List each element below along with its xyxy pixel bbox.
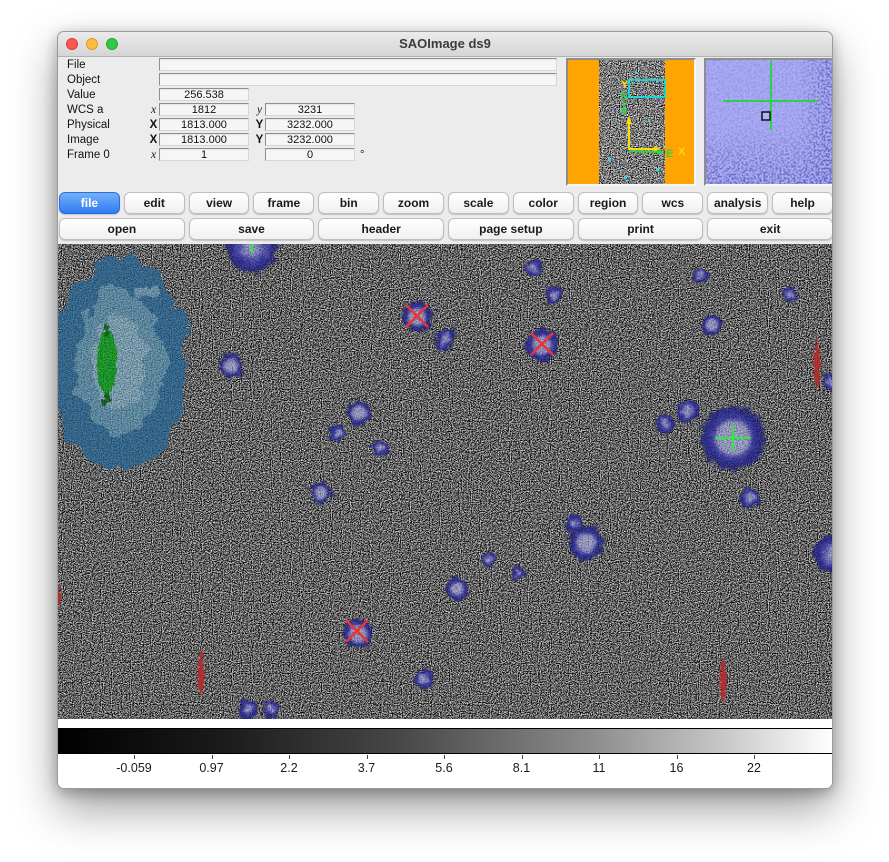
physical-x-field[interactable] xyxy=(159,118,249,131)
object-field[interactable] xyxy=(159,73,557,86)
frame-rotate-field[interactable] xyxy=(265,148,355,161)
menu-row-1: fileeditviewframebinzoomscalecolorregion… xyxy=(59,192,833,214)
object-label: Object xyxy=(67,74,148,86)
menu-page-setup[interactable]: page setup xyxy=(448,218,574,240)
wcs-y-field[interactable] xyxy=(265,103,355,116)
colorbar-tick xyxy=(289,755,290,759)
colorbar-tick-label: 11 xyxy=(593,761,606,775)
value-label: Value xyxy=(67,89,148,101)
wcs-label: WCS a xyxy=(67,104,148,116)
magnifier-noise-right xyxy=(706,60,832,184)
colorbar-tick-label: 3.7 xyxy=(358,761,375,775)
wcs-x-axis-label: x xyxy=(148,104,159,116)
file-label: File xyxy=(67,59,148,71)
panner-east-label: E xyxy=(666,148,673,160)
info-row-object: Object xyxy=(67,72,557,87)
panner-x-axis-label: X xyxy=(678,146,686,158)
info-row-physical: Physical X Y xyxy=(67,117,355,132)
colorbar-tick-label: 2.2 xyxy=(280,761,297,775)
info-row-file: File xyxy=(67,57,557,72)
info-row-value: Value xyxy=(67,87,249,102)
menu-region[interactable]: region xyxy=(578,192,639,214)
physical-x-axis-label: X xyxy=(148,119,159,131)
frame-label: Frame 0 xyxy=(67,149,148,161)
panner-noise xyxy=(599,60,665,184)
panner-north-label: N xyxy=(620,91,628,103)
ds9-window: SAOImage ds9 File Object Value WCS a x y… xyxy=(57,31,833,789)
file-field[interactable] xyxy=(159,58,557,71)
colorbar-tick xyxy=(134,755,135,759)
colorbar-gradient[interactable] xyxy=(58,728,833,754)
menu-scale[interactable]: scale xyxy=(448,192,509,214)
frame-zoom-field[interactable] xyxy=(159,148,249,161)
colorbar-tick xyxy=(522,755,523,759)
image-x-field[interactable] xyxy=(159,133,249,146)
wcs-x-field[interactable] xyxy=(159,103,249,116)
menu-print[interactable]: print xyxy=(578,218,704,240)
colorbar-tick-label: 0.97 xyxy=(199,761,223,775)
titlebar[interactable]: SAOImage ds9 xyxy=(58,32,832,57)
image-x-axis-label: X xyxy=(148,134,159,146)
colorbar-tick-label: -0.059 xyxy=(116,761,151,775)
menu-zoom[interactable]: zoom xyxy=(383,192,444,214)
panner-y-axis-label: Y xyxy=(621,79,629,91)
window-title: SAOImage ds9 xyxy=(58,36,832,51)
menu-help[interactable]: help xyxy=(772,192,833,214)
menu-bin[interactable]: bin xyxy=(318,192,379,214)
degree-symbol: ° xyxy=(360,149,364,161)
physical-label: Physical xyxy=(67,119,148,131)
menu-analysis[interactable]: analysis xyxy=(707,192,768,214)
magnifier xyxy=(704,58,833,186)
menu-header[interactable]: header xyxy=(318,218,444,240)
image-frame[interactable] xyxy=(58,244,833,719)
colorbar-tick xyxy=(599,755,600,759)
colorbar-tick xyxy=(754,755,755,759)
image-canvas[interactable] xyxy=(58,244,833,719)
panner[interactable]: Y N E X xyxy=(566,58,696,186)
menu-color[interactable]: color xyxy=(513,192,574,214)
info-row-frame: Frame 0 x ° xyxy=(67,147,364,162)
info-row-wcs: WCS a x y xyxy=(67,102,355,117)
menu-file[interactable]: file xyxy=(59,192,120,214)
colorbar-tick-label: 16 xyxy=(670,761,684,775)
menu-save[interactable]: save xyxy=(189,218,315,240)
magnifier-cursor-square xyxy=(762,112,770,120)
image-noise-overlay xyxy=(58,244,833,719)
frame-x-axis-label: x xyxy=(148,149,159,161)
menu-view[interactable]: view xyxy=(189,192,250,214)
colorbar-tick-label: 5.6 xyxy=(435,761,452,775)
menu-exit[interactable]: exit xyxy=(707,218,833,240)
colorbar-tick xyxy=(677,755,678,759)
menu-edit[interactable]: edit xyxy=(124,192,185,214)
panner-canvas: Y N E X xyxy=(568,60,694,184)
image-y-field[interactable] xyxy=(265,133,355,146)
menu-frame[interactable]: frame xyxy=(253,192,314,214)
physical-y-field[interactable] xyxy=(265,118,355,131)
menu-wcs[interactable]: wcs xyxy=(642,192,703,214)
value-field[interactable] xyxy=(159,88,249,101)
colorbar-tick xyxy=(212,755,213,759)
wcs-y-axis-label: y xyxy=(254,104,265,116)
colorbar-tick-label: 8.1 xyxy=(513,761,530,775)
image-label: Image xyxy=(67,134,148,146)
colorbar-tick xyxy=(444,755,445,759)
colorbar-zone: -0.059 0.97 2.2 3.7 5.6 8.1 11 16 22 xyxy=(58,719,833,789)
menu-row-2: opensaveheaderpage setupprintexit xyxy=(59,218,833,240)
image-y-axis-label: Y xyxy=(254,134,265,146)
physical-y-axis-label: Y xyxy=(254,119,265,131)
colorbar-tick xyxy=(367,755,368,759)
colorbar-tick-label: 22 xyxy=(747,761,761,775)
magnifier-canvas xyxy=(706,60,832,184)
menu-open[interactable]: open xyxy=(59,218,185,240)
info-row-image: Image X Y xyxy=(67,132,355,147)
